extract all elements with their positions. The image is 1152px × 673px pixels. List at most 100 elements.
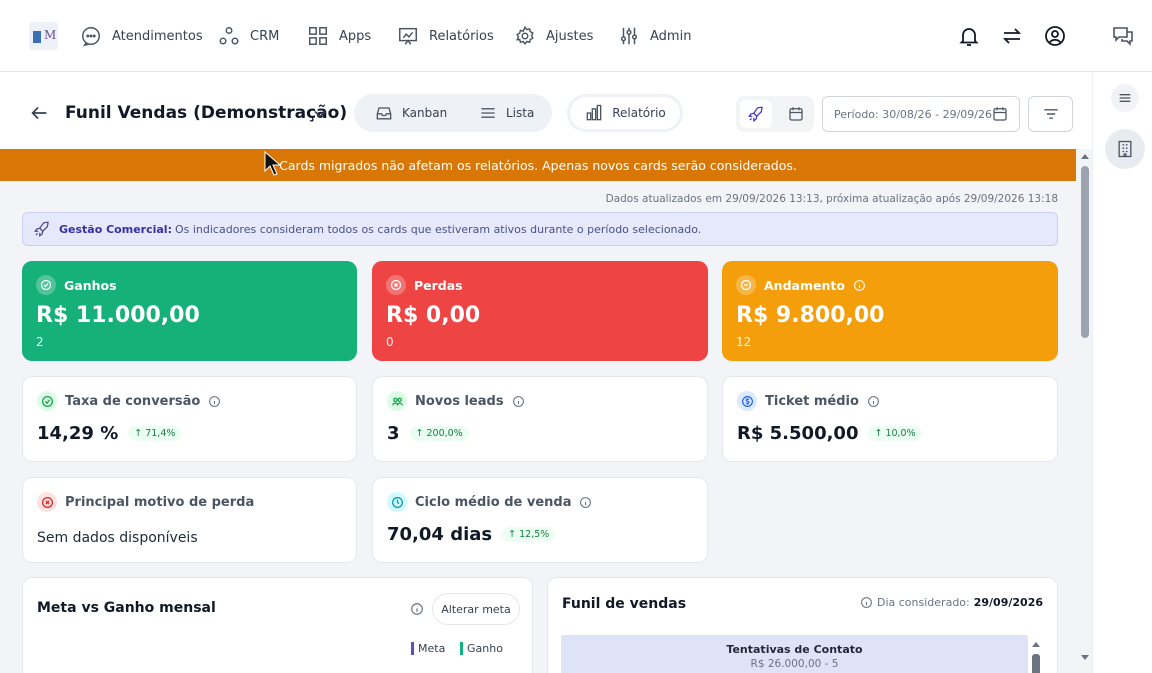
info-icon[interactable] (867, 395, 880, 408)
taxa-value: 14,29 % (37, 423, 119, 444)
users-icon (387, 391, 407, 411)
scroll-up-icon[interactable] (1080, 152, 1090, 160)
funnel-stage[interactable]: Tentativas de Contato R$ 26.000,00 - 5 (561, 635, 1028, 673)
calendar-mode-button[interactable] (780, 100, 812, 128)
nav-item-atendimentos[interactable]: Atendimentos (80, 24, 203, 48)
nav-item-crm[interactable]: CRM (218, 24, 279, 48)
sliders-icon (620, 27, 638, 45)
motivo-perda-card: Principal motivo de perda Sem dados disp… (22, 477, 357, 563)
top-navigation: M Atendimentos CRM Apps Relatórios Ajust… (0, 0, 1152, 72)
funil-vendas-panel: Funil de vendas Dia considerado: 29/09/2… (547, 577, 1058, 673)
gear-icon (516, 25, 534, 45)
info-notice: Gestão Comercial: Os indicadores conside… (22, 212, 1058, 246)
nav-label: Atendimentos (112, 28, 203, 44)
alterar-meta-button[interactable]: Alterar meta (432, 593, 520, 625)
nav-item-relatorios[interactable]: Relatórios (397, 24, 494, 48)
arrow-up-icon: ↑ (874, 428, 883, 439)
chat-icon[interactable] (1111, 24, 1135, 48)
info-icon[interactable] (512, 395, 525, 408)
trend-badge: ↑ 12,5% (502, 527, 556, 542)
info-icon[interactable] (410, 602, 424, 616)
calendar-icon (789, 107, 803, 121)
grid-icon (309, 27, 327, 45)
x-circle-icon (386, 275, 406, 295)
period-label: Período: 30/08/26 - 29/09/26 (834, 107, 993, 121)
legend-label: Ganho (467, 642, 503, 655)
scroll-down-icon[interactable] (1080, 654, 1090, 662)
ciclo-label: Ciclo médio de venda (415, 494, 572, 510)
kanban-label: Kanban (402, 106, 448, 120)
trend-badge: ↑ 200,0% (409, 426, 469, 441)
nav-label: CRM (250, 28, 280, 44)
info-icon[interactable] (208, 395, 221, 408)
perdas-count: 0 (386, 335, 394, 349)
period-picker[interactable]: Período: 30/08/26 - 29/09/26 (822, 96, 1020, 132)
bar-chart-icon (586, 104, 602, 121)
legend-swatch-ganho (460, 642, 463, 655)
legend-ganho[interactable]: Ganho (460, 642, 503, 655)
company-logo[interactable]: M (29, 22, 58, 50)
x-circle-icon (37, 492, 57, 512)
company-button[interactable] (1105, 129, 1145, 169)
funnel-stage-value: R$ 26.000,00 - 5 (750, 658, 839, 670)
nav-item-ajustes[interactable]: Ajustes (514, 24, 593, 48)
lista-button[interactable]: Lista (478, 94, 534, 132)
leads-delta: 200,0% (426, 428, 463, 439)
chevron-down-icon[interactable] (310, 104, 330, 124)
legend-meta[interactable]: Meta (411, 642, 445, 655)
dollar-circle-icon (737, 391, 757, 411)
info-notice-text: Os indicadores consideram todos os cards… (174, 222, 702, 236)
page-scrollbar[interactable] (1076, 149, 1092, 673)
rocket-icon (34, 221, 49, 237)
mouse-cursor-icon (264, 151, 282, 176)
taxa-delta: 71,4% (145, 428, 176, 439)
dia-label: Dia considerado: (877, 596, 970, 609)
menu-button[interactable] (1111, 84, 1139, 112)
relatorio-button[interactable]: Relatório (567, 94, 683, 132)
filter-lines-icon (1043, 109, 1058, 119)
page-title[interactable]: Funil Vendas (Demonstração) (65, 103, 347, 123)
ganhos-count: 2 (36, 335, 44, 349)
nav-item-admin[interactable]: Admin (618, 24, 691, 48)
filter-button[interactable] (1028, 96, 1073, 132)
funnel-stage-name: Tentativas de Contato (726, 643, 863, 656)
taxa-label: Taxa de conversão (65, 393, 201, 409)
last-updated-text: Dados atualizados em 29/09/2026 13:13, p… (605, 193, 1058, 205)
swap-arrows-icon[interactable] (1000, 24, 1024, 48)
ganhos-label: Ganhos (64, 277, 117, 293)
ciclo-medio-card: Ciclo médio de venda 70,04 dias ↑ 12,5% (372, 477, 708, 563)
lista-label: Lista (506, 106, 535, 120)
nav-item-apps[interactable]: Apps (307, 24, 371, 48)
ciclo-delta: 12,5% (519, 529, 550, 540)
novos-leads-card: Novos leads 3 ↑ 200,0% (372, 376, 708, 462)
nav-label: Ajustes (546, 28, 594, 44)
hamburger-icon (1119, 94, 1131, 102)
list-icon (481, 108, 495, 118)
info-notice-bold: Gestão Comercial: (59, 222, 172, 236)
kanban-button[interactable]: Kanban (374, 94, 447, 132)
funnel-scrollbar[interactable] (1030, 639, 1042, 673)
ticket-delta: 10,0% (885, 428, 916, 439)
rocket-icon (748, 106, 763, 122)
funil-panel-title: Funil de vendas (562, 596, 687, 612)
info-icon[interactable] (579, 496, 592, 509)
board-header: Funil Vendas (Demonstração) Kanban Lista… (0, 72, 1092, 149)
chart-board-icon (399, 27, 417, 45)
arrow-up-icon: ↑ (134, 428, 143, 439)
building-icon (1118, 140, 1132, 158)
andamento-count: 12 (736, 335, 752, 349)
user-circle-icon[interactable] (1043, 24, 1067, 48)
info-icon[interactable] (853, 279, 866, 292)
view-switcher: Kanban Lista (354, 94, 552, 132)
network-icon (219, 27, 239, 45)
bell-icon[interactable] (957, 24, 981, 48)
right-rail (1092, 72, 1152, 673)
motivo-value: Sem dados disponíveis (37, 530, 198, 546)
back-arrow-icon[interactable] (28, 102, 50, 124)
dia-value: 29/09/2026 (973, 596, 1043, 609)
nav-label: Apps (339, 28, 372, 44)
rocket-mode-button[interactable] (740, 100, 772, 128)
info-icon[interactable] (860, 596, 873, 609)
scrollbar-thumb[interactable] (1081, 166, 1089, 338)
relatorio-label: Relatório (612, 106, 666, 120)
